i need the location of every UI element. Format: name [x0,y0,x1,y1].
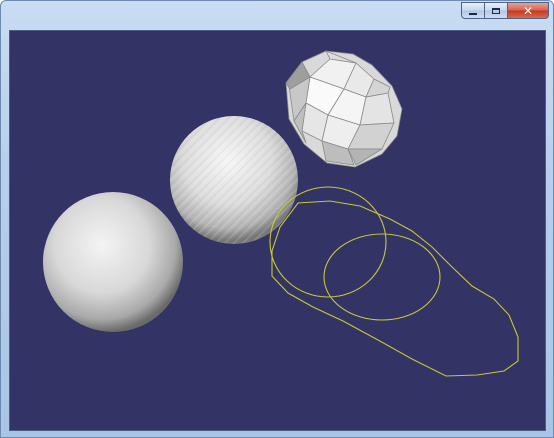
close-button[interactable]: ✕ [507,2,549,19]
close-icon: ✕ [522,3,534,18]
minimize-icon [469,12,477,15]
maximize-icon [492,7,500,14]
title-bar[interactable]: ✕ [1,1,553,23]
scene-canvas [43,50,519,377]
wire-circle-small [323,233,441,321]
wireframe-circles [269,186,519,377]
3d-viewport[interactable] [9,30,546,431]
minimize-button[interactable] [461,2,485,19]
tessellated-sphere [170,116,298,244]
application-window: ✕ [0,0,554,438]
smooth-sphere [43,192,183,332]
maximize-button[interactable] [484,2,508,19]
wire-outline [271,200,519,377]
icosahedron [285,50,403,168]
